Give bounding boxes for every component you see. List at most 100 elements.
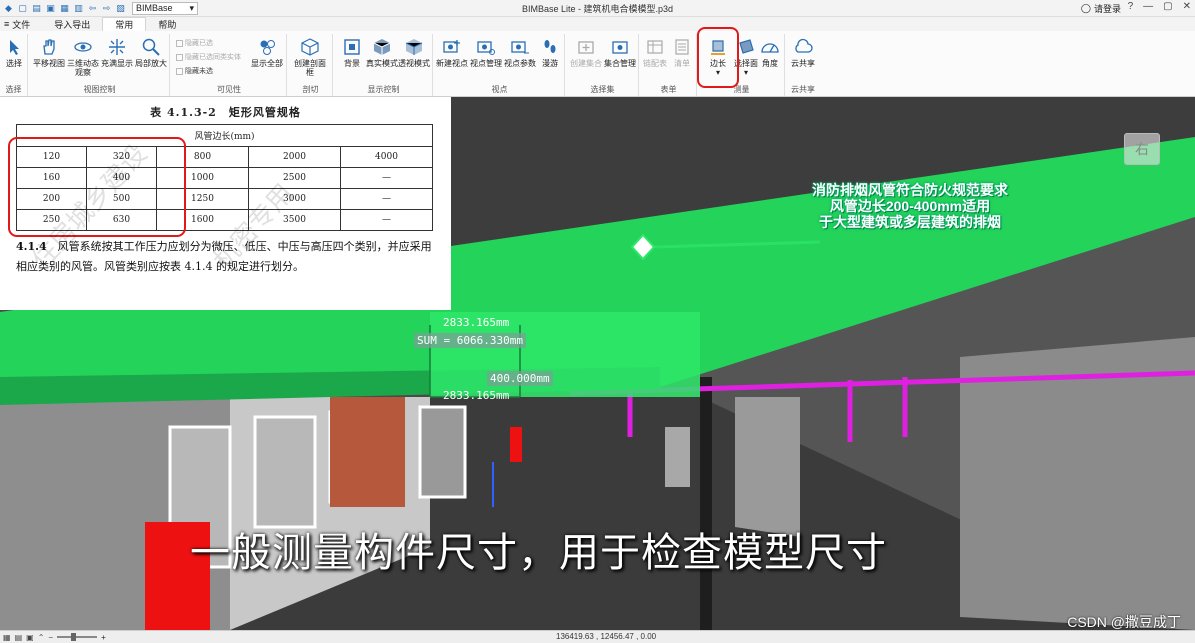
viewpoint-params-button[interactable]: 视点参数: [503, 37, 537, 68]
ribbon-group-view-control: 平移视图 三维动态观察 充满显示 局部放大 视图控制: [30, 34, 170, 96]
file-menu-label: 文件: [12, 19, 31, 30]
ribbon-group-select: 选择 选择: [0, 34, 28, 96]
zoom-out-icon[interactable]: −: [48, 633, 53, 642]
tab-import-export[interactable]: 导入导出: [42, 17, 102, 31]
show-all-label: 显示全部: [251, 59, 283, 68]
view-cube[interactable]: 右: [1124, 133, 1160, 165]
show-all-icon: [260, 40, 275, 55]
table-cell: 2000: [247, 146, 341, 168]
walk-label: 漫游: [542, 59, 558, 68]
ribbon-group-selection-set: 创建集合 集合管理 选择集: [567, 34, 639, 96]
table-cell: —: [339, 167, 434, 189]
zoom-in-icon[interactable]: +: [101, 633, 106, 642]
folder-plus-icon: [578, 41, 594, 54]
collapse-icon[interactable]: ⌃: [38, 633, 45, 642]
perspective-mode-button[interactable]: 透视模式: [397, 37, 431, 68]
status-bar: ▦ ▤ ▣ ⌃ − + 136419.63 , 12456.47 , 0.00: [0, 630, 1195, 643]
close-button[interactable]: ✕: [1183, 1, 1191, 12]
viewpoint-manage-button[interactable]: 视点管理: [469, 37, 503, 68]
print-icon[interactable]: ▥: [73, 3, 84, 14]
cloud-icon: [795, 38, 813, 53]
zoom-slider[interactable]: [57, 633, 98, 641]
background-label: 背景: [344, 59, 360, 68]
ribbon-group-viewpoint: 新建视点 视点管理 视点参数 漫游 视点: [435, 34, 565, 96]
measure-label-top: 2833.165mm: [443, 316, 510, 329]
cloud-share-button[interactable]: 云共享: [786, 37, 820, 68]
video-subtitle: 一般测量构件尺寸，用于检查模型尺寸: [190, 531, 887, 575]
group-label-selection-set: 选择集: [590, 85, 615, 94]
save-icon[interactable]: ▣: [45, 3, 56, 14]
orbit-button[interactable]: 三维动态观察: [66, 37, 100, 77]
grid-icon[interactable]: ▦: [3, 633, 11, 642]
group-label-table: 表单: [660, 85, 677, 94]
create-set-button[interactable]: 创建集合: [569, 37, 603, 68]
measure-sum-label: SUM = 6066.330mm: [414, 333, 526, 348]
section-box-label: 创建剖面框: [294, 59, 326, 77]
zoom-fit-label: 充满显示: [101, 59, 133, 68]
new-viewpoint-button[interactable]: 新建视点: [435, 37, 469, 68]
hide-same-type-button[interactable]: 隐藏已选同类实体: [176, 52, 241, 62]
camera-settings-icon: [511, 41, 529, 54]
tab-common[interactable]: 常用: [102, 17, 147, 31]
walk-button[interactable]: 漫游: [533, 37, 567, 68]
minimize-button[interactable]: —: [1143, 1, 1153, 12]
hide-selected-button[interactable]: 隐藏已选: [176, 38, 213, 48]
camera-plus-icon: [443, 40, 460, 53]
group-label-display-control: 显示控制: [367, 85, 400, 94]
layers-icon[interactable]: ▤: [15, 633, 23, 642]
help-icon[interactable]: ?: [1128, 1, 1134, 12]
3d-viewport[interactable]: 表 4.1.3-2 矩形风管规格 风管边长(mm) 120 320 800 20…: [0, 97, 1195, 630]
pan-view-button[interactable]: 平移视图: [32, 37, 66, 68]
orbit-icon: [74, 42, 92, 52]
menu-bar: ≡ 文件 导入导出 常用 帮助: [0, 17, 1195, 31]
snap-icon[interactable]: ▣: [26, 633, 34, 642]
realistic-mode-button[interactable]: 真实模式: [365, 37, 399, 68]
new-viewpoint-label: 新建视点: [436, 59, 468, 68]
undo-icon[interactable]: ⇦: [87, 3, 98, 14]
select-button[interactable]: 选择: [0, 37, 31, 68]
red-equipment: [510, 427, 522, 462]
new-file-icon[interactable]: ▢: [17, 3, 28, 14]
select-button-label: 选择: [6, 59, 22, 68]
background-icon: [344, 39, 360, 55]
duct-annotation: 消防排烟风管符合防火规范要求 风管边长200-400mm适用 于大型建筑或多层建…: [800, 182, 1020, 230]
viewpoint-params-label: 视点参数: [504, 59, 536, 68]
login-button[interactable]: ◯ 请登录: [1081, 2, 1121, 15]
clear-form-button[interactable]: 清单: [665, 37, 699, 68]
magnifier-icon: [142, 38, 160, 56]
measure-label-bottom: 2833.165mm: [443, 389, 510, 402]
table-link-icon: [647, 40, 663, 54]
group-label-visibility: 可见性: [217, 85, 241, 94]
zoom-fit-button[interactable]: 充满显示: [100, 37, 134, 68]
pan-view-label: 平移视图: [33, 59, 65, 68]
hide-icon: [176, 67, 183, 75]
spec-table-title: 表 4.1.3-2 矩形风管规格: [150, 106, 301, 119]
annotation-line: 消防排烟风管符合防火规范要求: [812, 182, 1008, 198]
project-select-value: BIMBase: [136, 3, 173, 13]
section-box-button[interactable]: 创建剖面框: [293, 37, 327, 77]
link-form-label: 链配表: [643, 59, 667, 68]
screenshot-icon[interactable]: ▧: [115, 3, 126, 14]
tab-help[interactable]: 帮助: [146, 17, 188, 31]
open-file-icon[interactable]: ▤: [31, 3, 42, 14]
user-icon: ◯: [1080, 3, 1091, 13]
hide-unselected-button[interactable]: 隐藏未选: [176, 66, 213, 76]
file-menu[interactable]: ≡ 文件: [0, 17, 42, 31]
hide-icon: [176, 39, 183, 47]
right-brick-panel: [735, 397, 800, 537]
angle-button[interactable]: 角度: [753, 37, 787, 68]
redo-icon[interactable]: ⇨: [101, 3, 112, 14]
save-as-icon[interactable]: ▦: [59, 3, 70, 14]
clear-form-label: 清单: [674, 59, 690, 68]
background-button[interactable]: 背景: [335, 37, 369, 68]
hide-unselected-label: 隐藏未选: [185, 68, 213, 75]
show-all-button[interactable]: 显示全部: [250, 37, 284, 68]
zoom-area-button[interactable]: 局部放大: [134, 37, 168, 68]
zoom-fit-icon: [109, 39, 125, 55]
hide-selected-label: 隐藏已选: [185, 40, 213, 47]
hide-icon: [176, 53, 183, 61]
footprint-icon: [544, 40, 556, 53]
set-manage-button[interactable]: 集合管理: [603, 37, 637, 68]
project-select[interactable]: BIMBase ▾: [132, 1, 198, 15]
maximize-button[interactable]: ▢: [1163, 1, 1172, 12]
